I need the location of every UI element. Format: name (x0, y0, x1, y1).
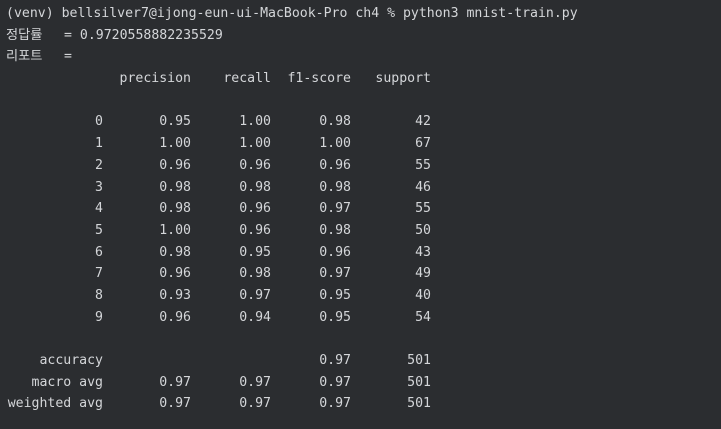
cell-f1-score: 0.96 (319, 244, 351, 260)
cell-recall: 0.97 (239, 396, 271, 412)
cell-recall: 0.96 (239, 222, 271, 238)
row-label: 8 (95, 287, 103, 303)
accuracy-line: 정답률 = 0.9720558882235529 (0, 25, 721, 47)
table-row: 1 1.00 1.00 1.00 67 (0, 133, 721, 155)
table-row: macro avg 0.97 0.97 0.97 501 (0, 372, 721, 394)
header-recall: recall (223, 71, 271, 87)
command-text: (venv) bellsilver7@ijong-eun-ui-MacBook-… (6, 6, 578, 21)
table-row: 2 0.96 0.96 0.96 55 (0, 155, 721, 177)
row-label: macro avg (31, 374, 103, 390)
table-row: 7 0.96 0.98 0.97 49 (0, 263, 721, 285)
cell-f1-score: 0.98 (319, 222, 351, 238)
row-label: accuracy (39, 353, 103, 368)
report-label: 리포트 (6, 49, 43, 65)
cell-support: 42 (415, 114, 431, 130)
cell-support: 50 (415, 222, 431, 238)
report-header-row: precision recall f1-score support (0, 68, 721, 90)
table-row: 9 0.96 0.94 0.95 54 (0, 307, 721, 329)
cell-f1-score: 0.97 (319, 353, 351, 368)
cell-recall: 1.00 (239, 136, 271, 152)
row-label: 6 (95, 244, 103, 260)
cell-support: 43 (415, 244, 431, 260)
row-label: 3 (95, 179, 103, 195)
cell-f1-score: 0.97 (319, 201, 351, 217)
cell-f1-score: 0.95 (319, 287, 351, 303)
accuracy-value: = 0.9720558882235529 (64, 27, 223, 43)
class-rows: 0 0.95 1.00 0.98 42 1 1.00 1.00 1.00 67 2 0.96 0.96 0… (0, 111, 721, 328)
cell-support: 501 (407, 353, 431, 368)
cell-precision: 0.98 (159, 244, 191, 260)
row-label: 5 (95, 222, 103, 238)
cell-f1-score: 0.96 (319, 157, 351, 173)
row-label: 1 (95, 136, 103, 152)
table-row: 4 0.98 0.96 0.97 55 (0, 198, 721, 220)
cell-recall: 0.98 (239, 266, 271, 282)
terminal-window[interactable]: (venv) bellsilver7@ijong-eun-ui-MacBook-… (0, 0, 721, 429)
cell-recall: 0.97 (239, 374, 271, 390)
cell-precision: 0.98 (159, 201, 191, 217)
header-precision: precision (119, 71, 191, 87)
row-label: 0 (95, 114, 103, 130)
accuracy-label: 정답률 (6, 27, 43, 43)
table-row: 8 0.93 0.97 0.95 40 (0, 285, 721, 307)
cell-f1-score: 0.97 (319, 374, 351, 390)
cell-precision: 1.00 (159, 136, 191, 152)
cell-f1-score: 0.97 (319, 396, 351, 412)
cell-recall: 0.96 (239, 157, 271, 173)
table-row: accuracy 0.97 501 (0, 350, 721, 372)
cell-recall: 0.94 (239, 309, 271, 325)
header-support: support (375, 71, 431, 87)
cell-recall: 0.95 (239, 244, 271, 260)
cell-recall: 1.00 (239, 114, 271, 130)
cell-precision: 0.96 (159, 266, 191, 282)
row-label: 2 (95, 157, 103, 173)
header-f1-score: f1-score (287, 71, 351, 87)
cell-support: 55 (415, 201, 431, 217)
cell-recall: 0.96 (239, 201, 271, 217)
table-row: 0 0.95 1.00 0.98 42 (0, 111, 721, 133)
table-row: weighted avg 0.97 0.97 0.97 501 (0, 393, 721, 415)
cell-f1-score: 0.97 (319, 266, 351, 282)
table-row: 6 0.98 0.95 0.96 43 (0, 242, 721, 264)
cell-support: 501 (407, 374, 431, 390)
cell-support: 46 (415, 179, 431, 195)
report-line: 리포트 = (0, 46, 721, 68)
cell-precision: 0.97 (159, 374, 191, 390)
table-row: 5 1.00 0.96 0.98 50 (0, 220, 721, 242)
cell-f1-score: 0.98 (319, 114, 351, 130)
cell-f1-score: 0.95 (319, 309, 351, 325)
row-label: 4 (95, 201, 103, 217)
row-label: 9 (95, 309, 103, 325)
cell-precision: 0.95 (159, 114, 191, 130)
cell-precision: 0.97 (159, 396, 191, 412)
cell-precision: 0.96 (159, 157, 191, 173)
cell-precision: 0.93 (159, 287, 191, 303)
cell-support: 67 (415, 136, 431, 152)
cell-recall: 0.98 (239, 179, 271, 195)
prompt-line: (venv) bellsilver7@ijong-eun-ui-MacBook-… (0, 3, 721, 25)
cell-recall: 0.97 (239, 287, 271, 303)
cell-precision: 0.98 (159, 179, 191, 195)
cell-support: 501 (407, 396, 431, 412)
table-row: 3 0.98 0.98 0.98 46 (0, 177, 721, 199)
cell-support: 49 (415, 266, 431, 282)
row-label: weighted avg (7, 396, 103, 412)
cell-precision: 0.96 (159, 309, 191, 325)
cell-support: 55 (415, 157, 431, 173)
summary-rows: accuracy 0.97 501 macro avg 0.97 0.97 0.97 501 w… (0, 350, 721, 415)
cell-f1-score: 1.00 (319, 136, 351, 152)
cell-support: 40 (415, 287, 431, 303)
cell-precision: 1.00 (159, 222, 191, 238)
report-equals: = (64, 49, 72, 65)
row-label: 7 (95, 266, 103, 282)
cell-support: 54 (415, 309, 431, 325)
cell-f1-score: 0.98 (319, 179, 351, 195)
